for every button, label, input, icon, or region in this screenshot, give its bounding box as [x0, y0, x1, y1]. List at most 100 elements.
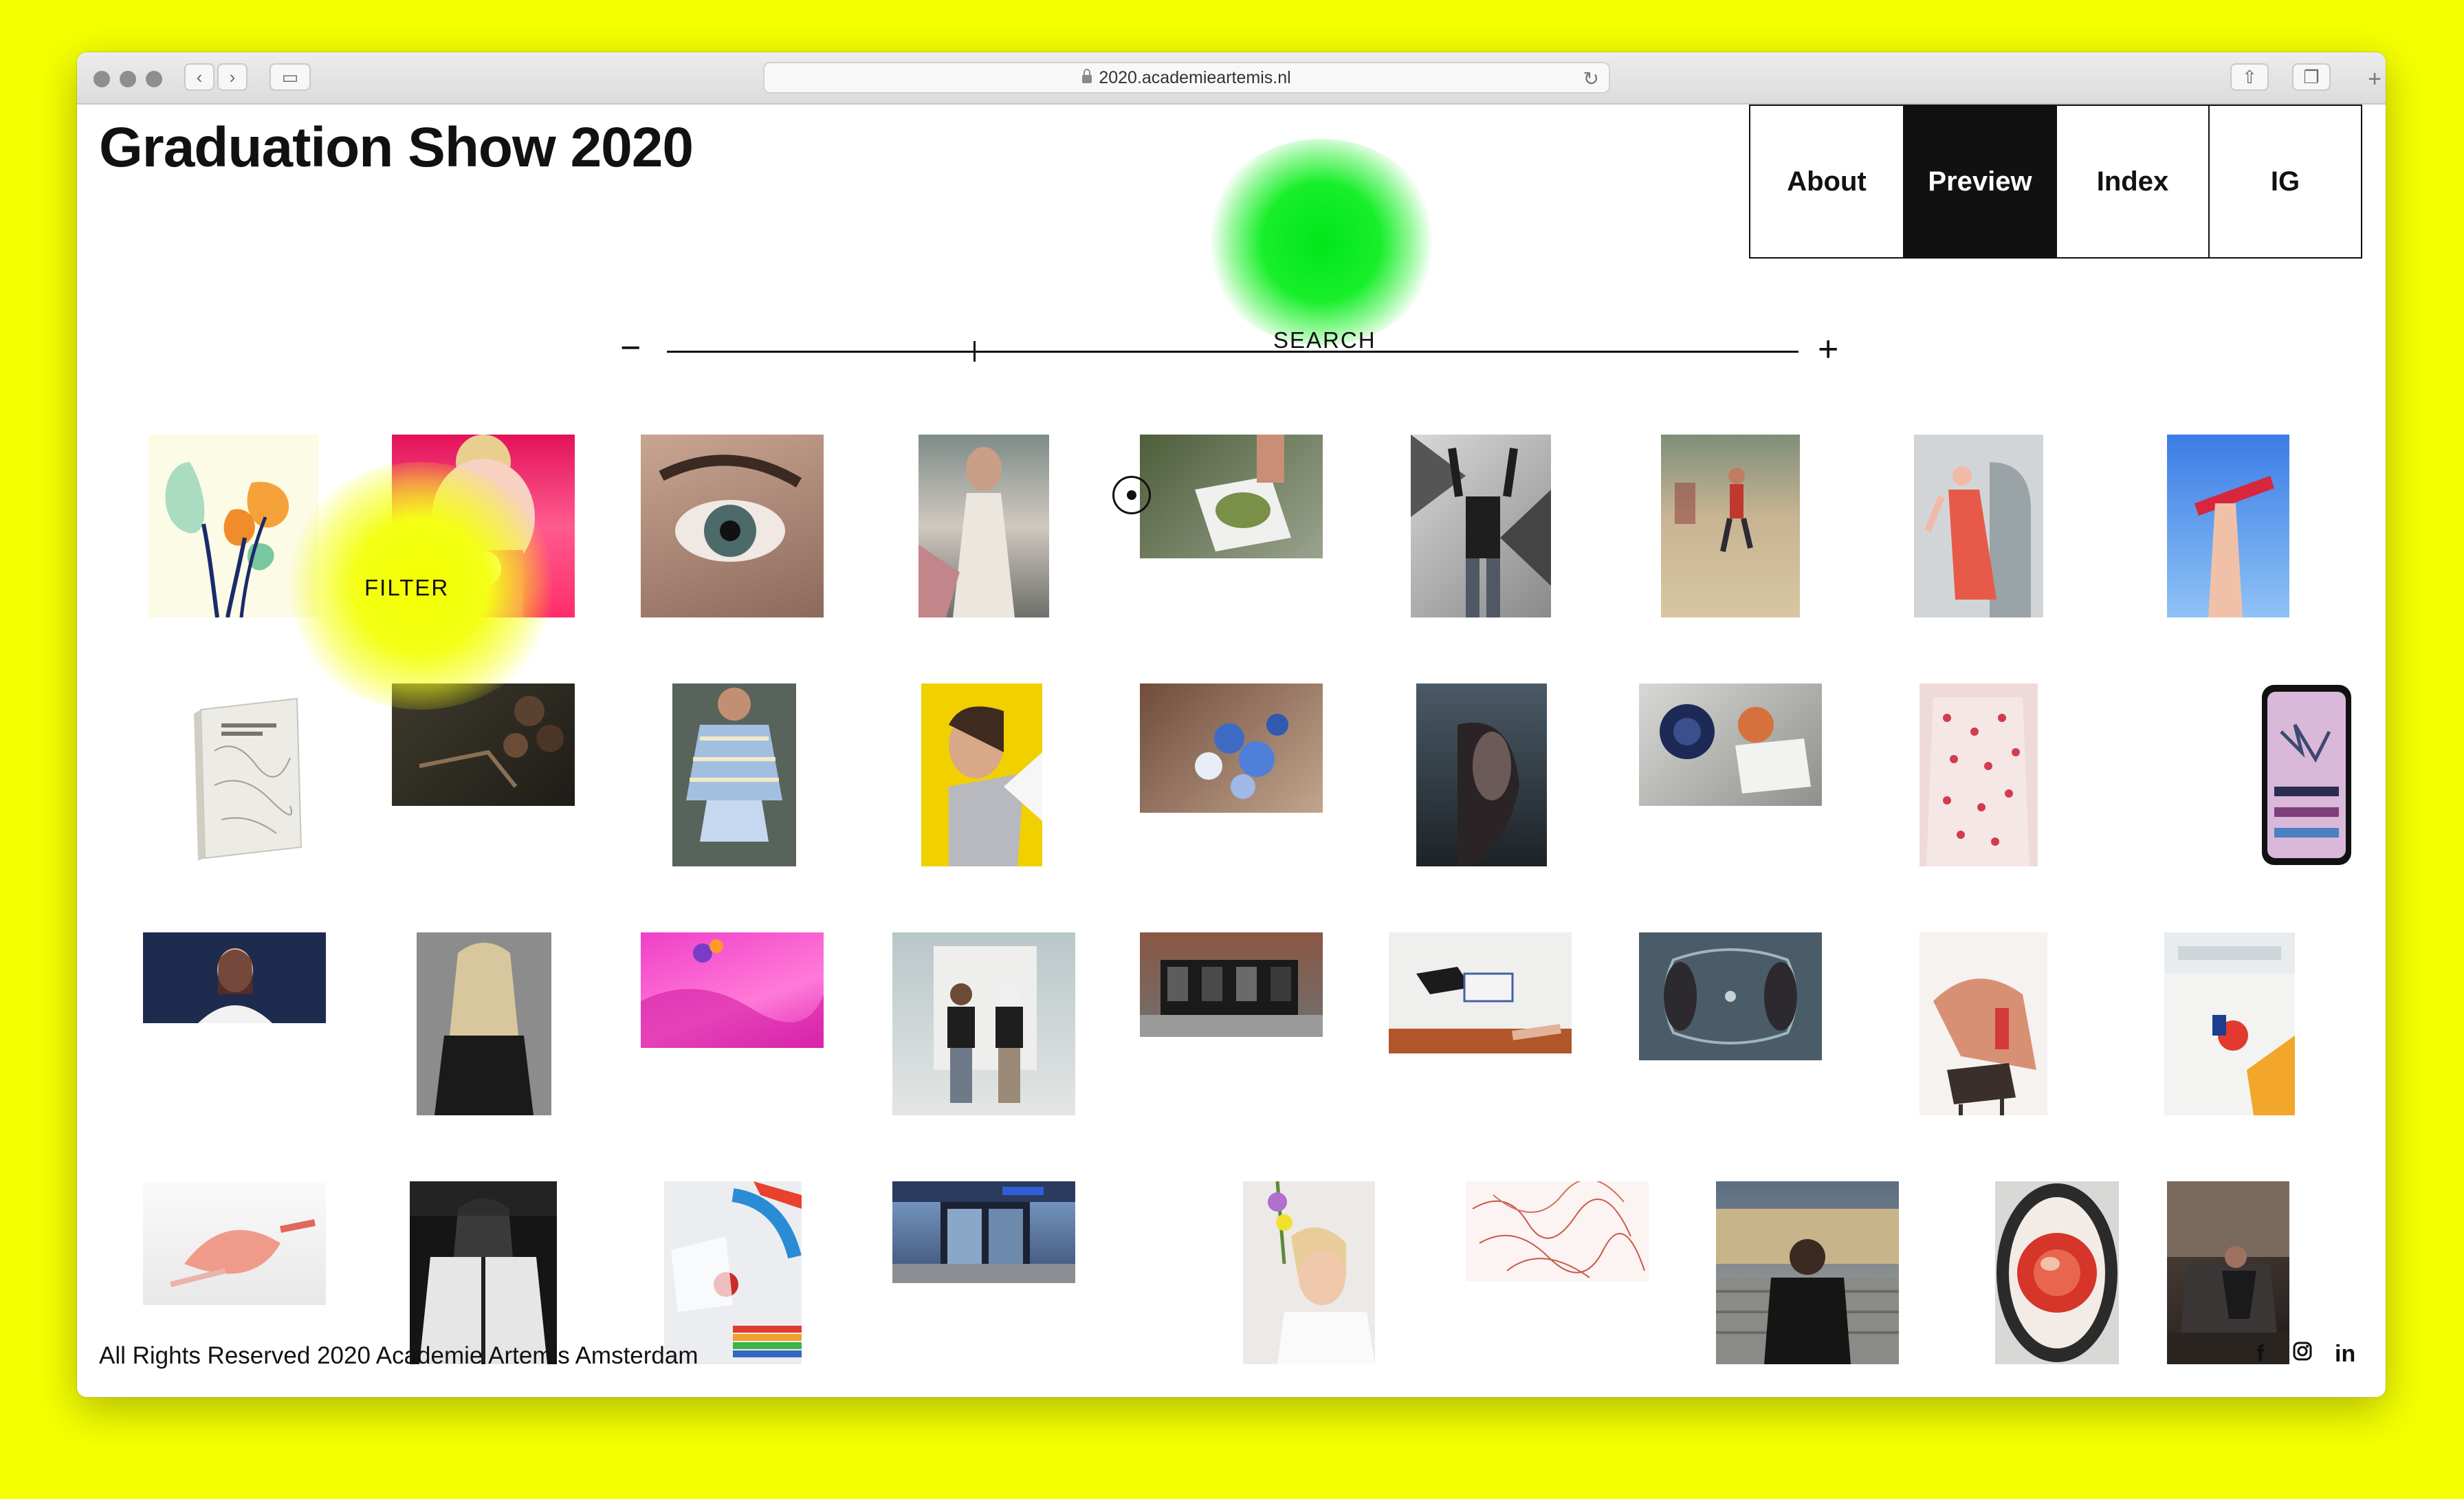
address-bar[interactable]: 2020.academieartemis.nl ↻ [763, 62, 1610, 94]
gallery-item[interactable] [143, 1181, 326, 1305]
artwork-image [1926, 697, 2030, 866]
search-button[interactable]: SEARCH [1273, 327, 1376, 353]
filter-button[interactable]: FILTER [364, 575, 449, 601]
artwork-image [918, 447, 1015, 617]
gallery-item[interactable] [1389, 932, 1572, 1053]
artwork-image [671, 1181, 802, 1357]
artwork-image [1458, 722, 1519, 866]
artwork-image [1996, 1183, 2118, 1362]
url-text: 2020.academieartemis.nl [1099, 67, 1291, 87]
artwork-image [2164, 932, 2295, 1115]
back-button[interactable]: ‹ [184, 63, 214, 91]
reload-icon[interactable]: ↻ [1583, 67, 1599, 90]
gallery-item[interactable] [921, 683, 1042, 866]
gallery-item[interactable] [1411, 435, 1551, 617]
zoom-slider-thumb[interactable] [974, 341, 976, 362]
gallery-item[interactable] [1416, 683, 1547, 866]
artwork-image [2262, 685, 2351, 865]
artwork-image [892, 1181, 1075, 1283]
nav-about[interactable]: About [1750, 106, 1903, 257]
artwork-image [1195, 714, 1288, 799]
artwork-image [641, 939, 824, 1048]
zoom-in-button[interactable]: + [1818, 331, 1838, 367]
nav-preview[interactable]: Preview [1903, 106, 2056, 257]
artwork-image [1675, 468, 1753, 552]
sidebar-icon: ▭ [281, 66, 299, 87]
page-content: Graduation Show 2020 About Preview Index… [77, 105, 2386, 1397]
chevron-right-icon: › [229, 66, 236, 87]
main-nav: About Preview Index IG [1749, 105, 2362, 259]
gallery-item[interactable] [1140, 435, 1323, 558]
gallery-item[interactable] [1914, 435, 2043, 617]
gallery-item[interactable] [1716, 1181, 1899, 1364]
gallery-item[interactable] [410, 1181, 557, 1364]
gallery-item[interactable] [2164, 932, 2295, 1115]
sidebar-toggle-button[interactable]: ▭ [270, 63, 311, 91]
gallery-item[interactable] [143, 932, 326, 1023]
gallery-item[interactable] [1466, 1181, 1649, 1282]
gallery-item[interactable] [1140, 932, 1323, 1037]
artwork-image [1389, 967, 1572, 1053]
artwork-image [1472, 1181, 1645, 1278]
nav-index[interactable]: Index [2056, 106, 2208, 257]
zoom-slider-track[interactable] [667, 351, 1798, 353]
gallery-item[interactable] [1661, 435, 1800, 617]
artwork-image [1660, 704, 1811, 794]
gallery-item[interactable] [641, 932, 824, 1048]
search-glow [1204, 139, 1438, 345]
zoom-out-button[interactable]: − [620, 330, 641, 366]
artwork-image [410, 1181, 557, 1364]
artwork-image [1411, 435, 1551, 617]
gallery-item[interactable] [672, 683, 796, 866]
artwork-image [1933, 978, 2036, 1115]
gallery-item[interactable] [1243, 1181, 1375, 1364]
artwork-image [434, 943, 534, 1115]
artwork-image [1140, 960, 1323, 1037]
gallery-item[interactable] [664, 1181, 802, 1364]
artwork-image [198, 948, 272, 1023]
minimize-window-button[interactable] [120, 71, 136, 87]
gallery-item[interactable] [1995, 1181, 2119, 1364]
artwork-image [1664, 948, 1797, 1044]
tabs-icon: ❐ [2303, 66, 2320, 87]
gallery-item[interactable] [173, 696, 315, 861]
gallery-item[interactable] [1639, 932, 1822, 1060]
new-tab-button[interactable]: + [2368, 66, 2382, 93]
artwork-image [2167, 1181, 2289, 1364]
gallery-item[interactable] [892, 1181, 1075, 1283]
gallery-item[interactable] [892, 932, 1075, 1115]
gallery-item[interactable] [2167, 1181, 2289, 1364]
facebook-icon[interactable]: f [2256, 1341, 2264, 1368]
close-window-button[interactable] [94, 71, 110, 87]
artwork-image [1716, 1209, 1899, 1364]
zoom-window-button[interactable] [146, 71, 162, 87]
instagram-icon[interactable] [2292, 1341, 2313, 1368]
nav-ig[interactable]: IG [2208, 106, 2361, 257]
artwork-image [659, 455, 802, 562]
custom-cursor [1112, 476, 1151, 514]
gallery-item[interactable] [641, 435, 824, 617]
gallery-item[interactable] [417, 932, 551, 1115]
gallery-item[interactable] [1920, 932, 2047, 1115]
forward-button[interactable]: › [217, 63, 248, 91]
gallery-item[interactable] [1920, 683, 2038, 866]
browser-window: ‹ › ▭ 2020.academieartemis.nl ↻ ⇧ ❐ + Gr… [77, 52, 2386, 1397]
artwork-image [170, 1219, 316, 1287]
share-button[interactable]: ⇧ [2230, 63, 2269, 91]
browser-toolbar: ‹ › ▭ 2020.academieartemis.nl ↻ ⇧ ❐ + [77, 52, 2386, 105]
gallery-item[interactable] [1140, 683, 1323, 813]
footer-copyright: All Rights Reserved 2020 Academie Artemi… [99, 1342, 698, 1369]
site-title[interactable]: Graduation Show 2020 [99, 116, 694, 180]
gallery-item[interactable] [2260, 683, 2353, 866]
gallery-item[interactable] [2167, 435, 2289, 617]
chevron-left-icon: ‹ [196, 66, 203, 87]
gallery-item[interactable] [918, 435, 1049, 617]
tabs-overview-button[interactable]: ❐ [2292, 63, 2331, 91]
artwork-image [949, 706, 1042, 866]
gallery-item[interactable] [1639, 683, 1822, 806]
artwork-image [686, 688, 782, 842]
lock-icon [1082, 69, 1092, 83]
linkedin-icon[interactable]: in [2335, 1341, 2355, 1368]
share-icon: ⇧ [2242, 66, 2257, 87]
artwork-image [194, 697, 302, 861]
